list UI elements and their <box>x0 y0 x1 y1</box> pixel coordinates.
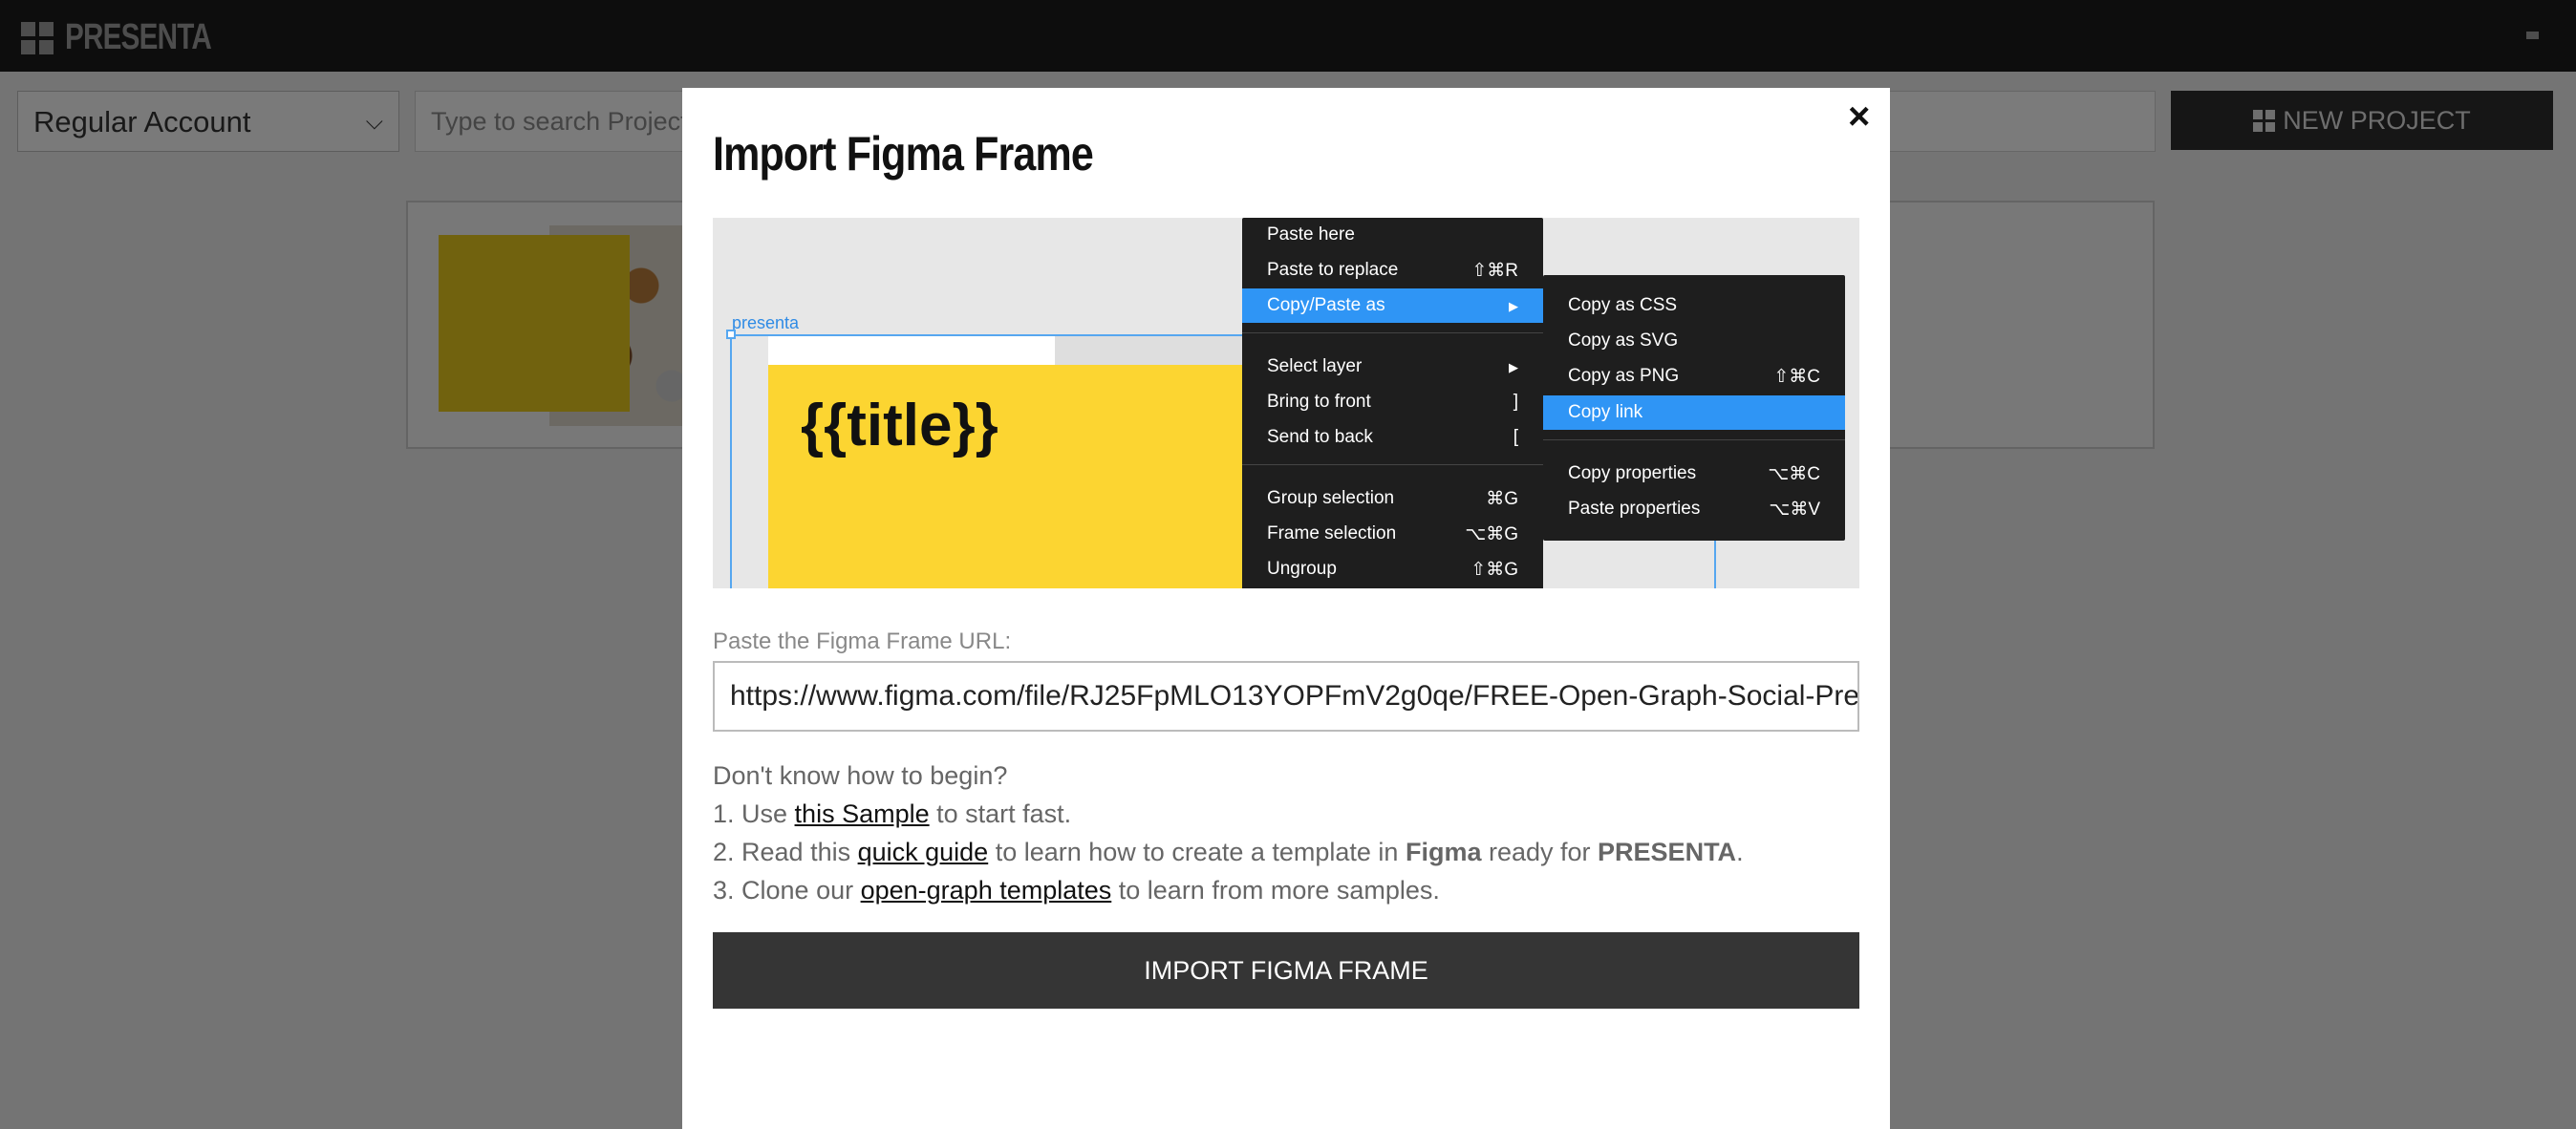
open-graph-templates-link[interactable]: open-graph templates <box>861 876 1112 905</box>
frame-label: presenta <box>732 313 800 332</box>
url-field-label: Paste the Figma Frame URL: <box>713 628 1012 654</box>
context-menu: Paste here Paste to replace ⇧⌘R Copy/Past… <box>1242 218 1543 588</box>
help-text: Don't know how to begin? 1. Use this Sam… <box>713 756 1744 909</box>
menu-divider <box>1242 464 1543 465</box>
menu-divider <box>1242 332 1543 333</box>
submenu-item: Copy as CSS <box>1568 295 1678 315</box>
context-menu-item: Ungroup ⇧⌘G <box>1267 559 1518 580</box>
submenu-item: Copy as PNG ⇧⌘C <box>1568 366 1820 387</box>
menu-divider <box>1543 439 1845 440</box>
import-button-label: IMPORT FIGMA FRAME <box>1144 955 1428 985</box>
context-menu-item: Frame selection ⌥⌘G <box>1267 523 1518 544</box>
context-menu-item: Select layer ▶ <box>1267 356 1518 376</box>
help-intro: Don't know how to begin? <box>713 761 1008 790</box>
submenu-item-active: Copy link <box>1543 395 1845 430</box>
submenu-item: Copy as SVG <box>1568 330 1679 351</box>
help-step-2: 2. Read this quick guide to learn how to… <box>713 838 1744 866</box>
help-step-1: 1. Use this Sample to start fast. <box>713 799 1072 828</box>
figma-preview-image: presenta {{title}} Paste here Paste to r… <box>713 218 1859 588</box>
figma-url-value: https://www.figma.com/file/RJ25FpMLO13YO… <box>730 680 1859 712</box>
figma-url-input[interactable]: https://www.figma.com/file/RJ25FpMLO13YO… <box>713 661 1859 732</box>
sample-link[interactable]: this Sample <box>795 799 930 828</box>
quick-guide-link[interactable]: quick guide <box>858 838 989 866</box>
close-icon[interactable]: × <box>1848 96 1870 138</box>
context-submenu: Copy as CSS Copy as SVG Copy as PNG ⇧⌘C C… <box>1543 275 1845 541</box>
submenu-item: Paste properties ⌥⌘V <box>1568 499 1820 520</box>
context-menu-item: Bring to front] <box>1267 392 1518 412</box>
help-step-3: 3. Clone our open-graph templates to lea… <box>713 876 1440 905</box>
context-menu-item: Paste to replace ⇧⌘R <box>1267 260 1518 281</box>
import-figma-modal: × Import Figma Frame presenta {{title}} … <box>682 88 1890 1129</box>
context-menu-item: Group selection ⌘G <box>1267 488 1518 509</box>
modal-title: Import Figma Frame <box>713 127 1094 181</box>
frame-white-area <box>768 336 1055 365</box>
context-menu-item: Paste here <box>1267 224 1355 245</box>
template-title: {{title}} <box>801 393 998 458</box>
submenu-item: Copy properties ⌥⌘C <box>1568 463 1820 484</box>
context-menu-item-active: Copy/Paste as ▶ <box>1242 288 1543 323</box>
frame-handle <box>726 330 736 339</box>
context-menu-item: Send to back[ <box>1267 427 1518 447</box>
import-figma-frame-button[interactable]: IMPORT FIGMA FRAME <box>713 932 1859 1009</box>
